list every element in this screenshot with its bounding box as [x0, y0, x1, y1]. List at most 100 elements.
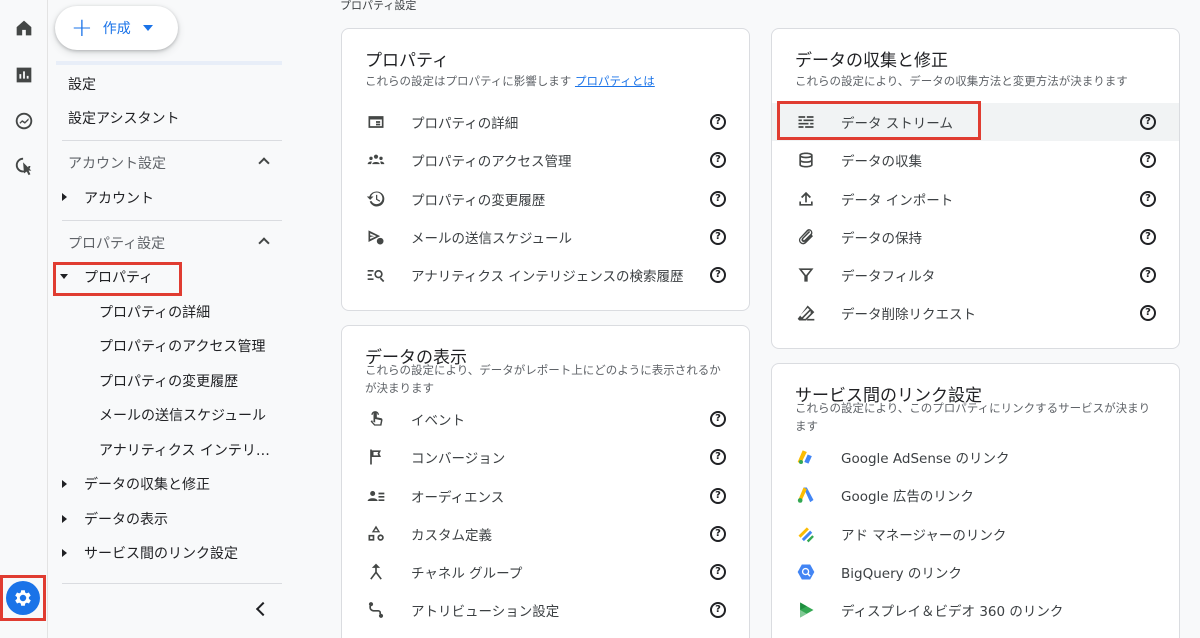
row-label: アド マネージャーのリンク	[841, 528, 1007, 544]
events-row[interactable]: イベント ?	[342, 400, 749, 438]
attribution-icon	[365, 599, 387, 621]
admin-sidenav: + 作成 設定 設定アシスタント アカウント設定 アカウント プロパティ設定 プ…	[48, 0, 298, 638]
account-settings-header[interactable]: アカウント設定	[68, 153, 166, 173]
help-icon[interactable]: ?	[710, 526, 726, 542]
chevron-up-icon[interactable]	[258, 156, 268, 166]
property-settings-header[interactable]: プロパティ設定	[68, 233, 165, 253]
custom-definitions-row[interactable]: カスタム定義 ?	[342, 515, 749, 553]
card-description: これらの設定により、データがレポート上にどのように表示されるかが決まります	[365, 363, 721, 395]
help-icon[interactable]: ?	[1140, 191, 1156, 207]
adsense-icon	[795, 446, 817, 468]
expand-arrow-icon[interactable]	[62, 480, 67, 488]
data-retention-row[interactable]: データの保持 ?	[772, 218, 1179, 256]
row-label: Google 広告のリンク	[841, 489, 974, 505]
nav-data-display[interactable]: データの表示	[84, 509, 168, 529]
help-icon[interactable]: ?	[710, 564, 726, 580]
attribution-row[interactable]: アトリビューション設定 ?	[342, 591, 749, 629]
property-details-icon	[365, 111, 387, 133]
row-label: BigQuery のリンク	[841, 566, 962, 582]
help-icon[interactable]: ?	[710, 449, 726, 465]
help-icon[interactable]: ?	[710, 229, 726, 245]
google-ads-link-row[interactable]: Google 広告のリンク	[772, 476, 1179, 514]
nav-rail	[0, 0, 48, 638]
adsense-link-row[interactable]: Google AdSense のリンク	[772, 438, 1179, 476]
data-collection-card: データの収集と修正 これらの設定により、データの収集方法と変更方法が決まります …	[771, 28, 1180, 349]
nav-property-history[interactable]: プロパティの変更履歴	[99, 371, 238, 391]
help-icon[interactable]: ?	[1140, 267, 1156, 283]
nav-setup-assistant[interactable]: 設定アシスタント	[68, 108, 179, 128]
property-access-row[interactable]: プロパティのアクセス管理 ?	[342, 141, 749, 179]
bigquery-link-row[interactable]: BigQuery のリンク	[772, 553, 1179, 591]
help-icon[interactable]: ?	[710, 114, 726, 130]
ad-manager-link-row[interactable]: アド マネージャーのリンク	[772, 515, 1179, 553]
nav-data-collection[interactable]: データの収集と修正	[84, 474, 210, 494]
nav-settings[interactable]: 設定	[68, 74, 96, 94]
nav-account[interactable]: アカウント	[84, 188, 154, 208]
help-icon[interactable]: ?	[710, 267, 726, 283]
chevron-up-icon[interactable]	[258, 236, 268, 246]
row-label: データ削除リクエスト	[841, 307, 976, 323]
property-details-row[interactable]: プロパティの詳細 ?	[342, 103, 749, 141]
nav-analytics-intelligence[interactable]: アナリティクス インテリジ…	[99, 440, 279, 460]
breadcrumb: プロパティ設定	[340, 0, 417, 12]
help-icon[interactable]: ?	[1140, 152, 1156, 168]
help-icon[interactable]: ?	[1140, 305, 1156, 321]
flag-icon	[365, 446, 387, 468]
plus-icon: +	[71, 13, 93, 43]
nav-product-links[interactable]: サービス間のリンク設定	[84, 543, 238, 563]
help-icon[interactable]: ?	[710, 191, 726, 207]
channel-groups-row[interactable]: チャネル グループ ?	[342, 553, 749, 591]
retention-icon	[795, 226, 817, 248]
card-description: これらの設定により、このプロパティにリンクするサービスが決まります	[795, 401, 1151, 433]
row-label: カスタム定義	[411, 528, 492, 544]
merge-icon	[365, 561, 387, 583]
help-icon[interactable]: ?	[710, 152, 726, 168]
scheduled-emails-row[interactable]: メールの送信スケジュール ?	[342, 218, 749, 256]
data-filters-row[interactable]: データフィルタ ?	[772, 256, 1179, 294]
card-description: これらの設定はプロパティに影響します プロパティとは	[365, 72, 655, 90]
card-title: データの収集と修正	[795, 51, 948, 71]
ad-manager-icon	[795, 523, 817, 545]
search-history-icon	[365, 264, 387, 286]
expand-arrow-icon[interactable]	[62, 193, 67, 201]
conversions-row[interactable]: コンバージョン ?	[342, 438, 749, 476]
nav-scheduled-emails[interactable]: メールの送信スケジュール	[99, 405, 266, 425]
row-label: チャネル グループ	[411, 566, 523, 582]
what-is-property-link[interactable]: プロパティとは	[575, 74, 655, 88]
nav-property-details[interactable]: プロパティの詳細	[99, 302, 210, 322]
data-collection-row[interactable]: データの収集 ?	[772, 141, 1179, 179]
row-label: プロパティのアクセス管理	[411, 154, 572, 170]
nav-property-access[interactable]: プロパティのアクセス管理	[99, 336, 265, 356]
explore-icon[interactable]	[6, 103, 42, 139]
card-description: これらの設定により、データの収集方法と変更方法が決まります	[795, 74, 1128, 88]
help-icon[interactable]: ?	[1140, 229, 1156, 245]
dv360-icon	[795, 599, 817, 621]
data-import-row[interactable]: データ インポート ?	[772, 180, 1179, 218]
home-icon[interactable]	[6, 10, 42, 46]
row-label: コンバージョン	[411, 451, 506, 467]
row-label: オーディエンス	[411, 490, 505, 506]
create-button[interactable]: + 作成	[55, 6, 178, 50]
history-icon	[365, 188, 387, 210]
nav-property[interactable]: プロパティ	[84, 267, 153, 287]
advertising-icon[interactable]	[6, 148, 42, 184]
admin-settings-button[interactable]	[0, 575, 46, 621]
search-history-row[interactable]: アナリティクス インテリジェンスの検索履歴 ?	[342, 256, 749, 294]
data-streams-highlight	[777, 101, 981, 140]
expand-arrow-icon[interactable]	[62, 549, 67, 557]
reports-icon[interactable]	[6, 57, 42, 93]
collapse-arrow-icon[interactable]	[60, 274, 68, 279]
help-icon[interactable]: ?	[710, 411, 726, 427]
property-history-row[interactable]: プロパティの変更履歴 ?	[342, 180, 749, 218]
people-icon	[365, 149, 387, 171]
help-icon[interactable]: ?	[1140, 114, 1156, 130]
row-label: アトリビューション設定	[411, 604, 560, 620]
data-deletion-row[interactable]: データ削除リクエスト ?	[772, 294, 1179, 332]
dv360-link-row[interactable]: ディスプレイ＆ビデオ 360 のリンク	[772, 591, 1179, 629]
audiences-row[interactable]: オーディエンス ?	[342, 477, 749, 515]
collapse-sidenav-icon[interactable]	[254, 600, 268, 616]
row-label: イベント	[411, 413, 465, 429]
help-icon[interactable]: ?	[710, 488, 726, 504]
help-icon[interactable]: ?	[710, 602, 726, 618]
expand-arrow-icon[interactable]	[62, 515, 67, 523]
